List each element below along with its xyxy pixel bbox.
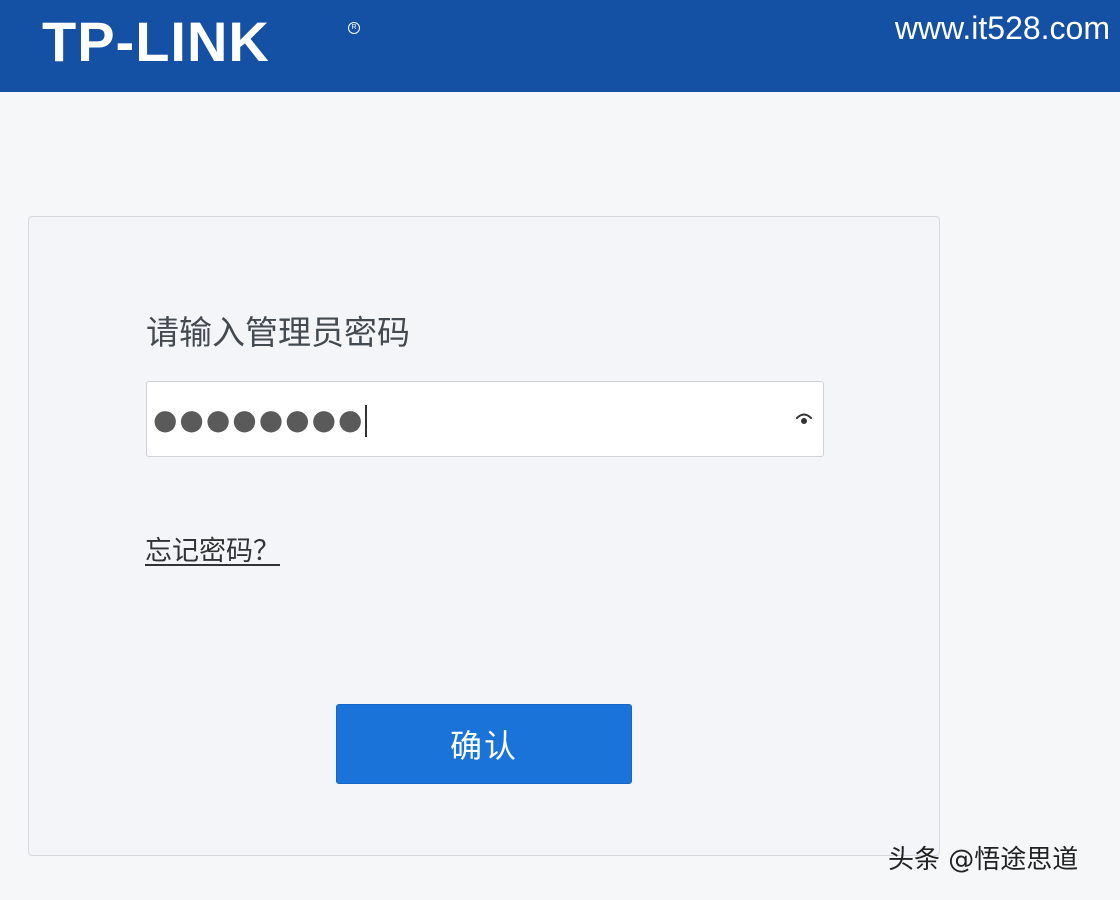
site-url: www.it528.com: [894, 10, 1110, 46]
tp-link-logo: TP-LINK: [42, 10, 270, 73]
confirm-button[interactable]: 确认: [336, 704, 632, 784]
password-value: ●●●●●●●●: [153, 400, 368, 440]
eye-icon[interactable]: [795, 410, 813, 428]
text-caret: [365, 405, 368, 437]
forgot-password-link[interactable]: 忘记密码？: [145, 533, 280, 571]
login-card: 请输入管理员密码 ●●●●●●●● 忘记密码？ 确认: [28, 216, 940, 856]
header-bar: TP-LINK R www.it528.com: [0, 0, 1120, 92]
registered-mark-icon: R: [348, 22, 360, 34]
password-input[interactable]: ●●●●●●●●: [146, 381, 824, 457]
watermark: 头条 @悟途思道: [888, 845, 1079, 875]
password-prompt: 请输入管理员密码: [146, 313, 410, 352]
